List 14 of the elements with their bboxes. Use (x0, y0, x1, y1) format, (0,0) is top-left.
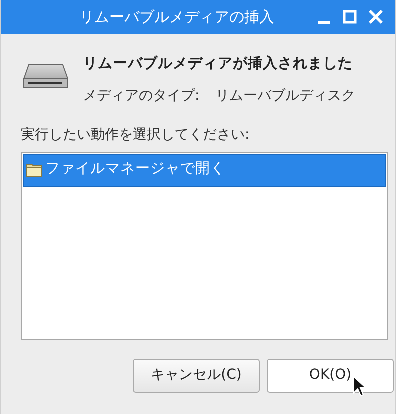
mouse-cursor-icon (353, 376, 367, 398)
heading: リムーバブルメディアが挿入されました (83, 54, 354, 74)
media-type-label: メディアのタイプ: (83, 86, 200, 106)
cancel-button[interactable]: キャンセル(C) (133, 358, 260, 393)
window-title: リムーバブルメディアの挿入 (78, 6, 276, 28)
media-type-value: リムーバブルディスク (216, 86, 356, 106)
action-item[interactable]: ファイルマネージャで開く (23, 154, 386, 187)
minimize-icon (318, 20, 330, 24)
prompt-label: 実行したい動作を選択してください: (21, 126, 251, 145)
maximize-icon (342, 8, 358, 25)
folder-icon (26, 163, 42, 178)
ok-button[interactable]: OK(O) (267, 358, 394, 393)
close-icon (368, 8, 384, 25)
drive-icon (23, 64, 69, 90)
